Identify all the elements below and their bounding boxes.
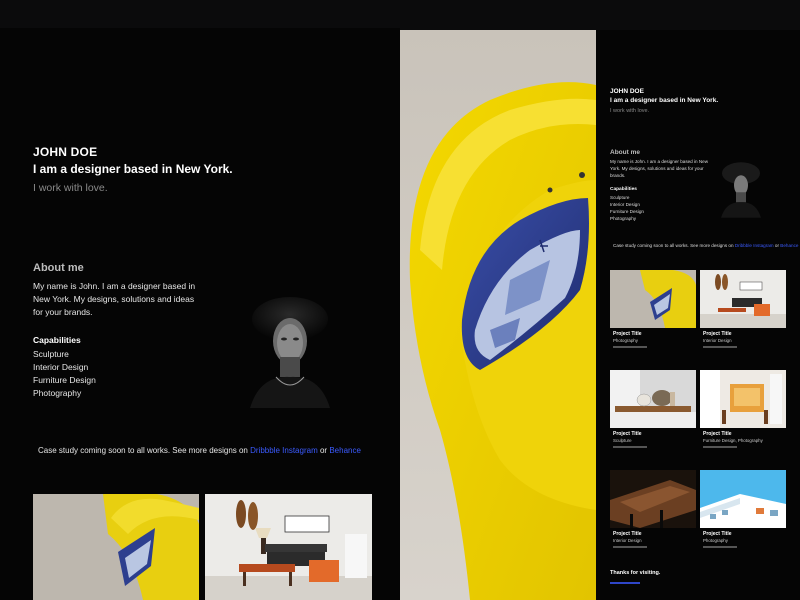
behance-link[interactable]: Behance xyxy=(329,446,361,455)
about-bio-small: My name is John. I am a designer based i… xyxy=(610,159,709,178)
project-image[interactable] xyxy=(610,270,696,328)
case-study-note: Case study coming soon to all works. See… xyxy=(38,446,361,455)
capabilities-list-small: Sculpture Interior Design Furniture Desi… xyxy=(610,194,644,222)
project-category: Photography xyxy=(703,538,728,543)
instagram-link[interactable]: Instagram xyxy=(282,446,318,455)
yellow-sofa-photo xyxy=(400,30,596,600)
capability-item: Photography xyxy=(33,388,82,398)
project-title: Project Title xyxy=(613,431,642,437)
project-category: Interior Design xyxy=(613,538,642,543)
portfolio-page-small: JOHN DOE I am a designer based in New Yo… xyxy=(596,30,800,600)
project-thumbnail[interactable] xyxy=(205,494,372,600)
project-card[interactable]: Project Title Furniture Design, Photogra… xyxy=(700,370,786,448)
portfolio-page-large: JOHN DOE I am a designer based in New Yo… xyxy=(0,28,400,600)
capabilities-heading: Capabilities xyxy=(33,335,81,345)
profile-subtitle: I work with love. xyxy=(33,182,108,194)
project-meta-line xyxy=(703,546,737,548)
project-title: Project Title xyxy=(703,531,732,537)
dribbble-link-small[interactable]: Dribbble xyxy=(735,243,752,248)
project-thumbnail[interactable] xyxy=(33,494,199,600)
about-heading-small: About me xyxy=(610,149,640,156)
project-meta-line xyxy=(613,546,647,548)
capability-item: Interior Design xyxy=(610,202,640,207)
project-category: Interior Design xyxy=(703,338,732,343)
capability-item: Interior Design xyxy=(33,362,89,372)
project-meta-line xyxy=(703,446,737,448)
footer-thanks: Thanks for visiting. xyxy=(610,570,661,576)
project-image[interactable] xyxy=(700,370,786,428)
profile-name: JOHN DOE xyxy=(33,145,98,159)
project-title: Project Title xyxy=(613,331,642,337)
capabilities-list: Sculpture Interior Design Furniture Desi… xyxy=(33,348,96,400)
portrait-photo xyxy=(240,293,340,408)
profile-tagline-small: I am a designer based in New York. xyxy=(610,97,719,104)
project-card[interactable]: Project Title Interior Design xyxy=(610,470,696,548)
project-card[interactable]: Project Title Interior Design xyxy=(700,270,786,348)
project-card[interactable]: Project Title Photography xyxy=(700,470,786,548)
behance-link-small[interactable]: Behance xyxy=(780,243,798,248)
project-image[interactable] xyxy=(700,470,786,528)
case-study-note-small: Case study coming soon to all works. See… xyxy=(613,243,799,248)
project-meta-line xyxy=(613,446,647,448)
project-card[interactable]: Project Title Photography xyxy=(610,270,696,348)
portrait-photo-small xyxy=(716,158,766,220)
capability-item: Furniture Design xyxy=(33,375,96,385)
project-category: Photography xyxy=(613,338,638,343)
instagram-link-small[interactable]: Instagram xyxy=(753,243,773,248)
project-meta-line xyxy=(613,346,647,348)
profile-tagline: I am a designer based in New York. xyxy=(33,162,233,176)
capability-item: Sculpture xyxy=(33,349,69,359)
project-category: Sculpture xyxy=(613,438,632,443)
project-image[interactable] xyxy=(700,270,786,328)
project-category: Furniture Design, Photography xyxy=(703,438,763,443)
dribbble-link[interactable]: Dribbble xyxy=(250,446,280,455)
project-title: Project Title xyxy=(703,431,732,437)
profile-subtitle-small: I work with love. xyxy=(610,108,650,114)
about-bio: My name is John. I am a designer based i… xyxy=(33,281,196,317)
project-meta-line xyxy=(703,346,737,348)
about-heading: About me xyxy=(33,262,84,274)
capability-item: Photography xyxy=(610,216,637,221)
capability-item: Sculpture xyxy=(610,195,630,200)
project-card[interactable]: Project Title Sculpture xyxy=(610,370,696,448)
project-image[interactable] xyxy=(610,470,696,528)
capabilities-heading-small: Capabilities xyxy=(610,187,637,192)
project-image[interactable] xyxy=(610,370,696,428)
project-title: Project Title xyxy=(703,331,732,337)
profile-name-small: JOHN DOE xyxy=(610,88,644,95)
project-title: Project Title xyxy=(613,531,642,537)
capability-item: Furniture Design xyxy=(610,209,644,214)
footer-link[interactable] xyxy=(610,582,640,584)
